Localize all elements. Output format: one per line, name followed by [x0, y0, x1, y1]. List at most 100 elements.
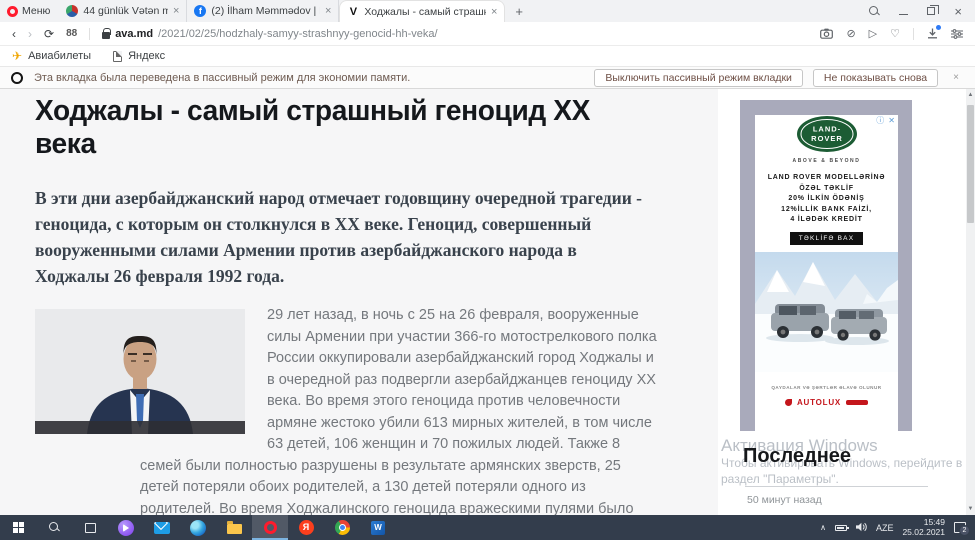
- latest-heading: Последнее: [743, 445, 851, 468]
- taskbar-yandex-browser[interactable]: [288, 515, 324, 540]
- tab-vatan-muharibesi[interactable]: 44 günlük Vətən müharibə ×: [59, 0, 187, 22]
- divider: [89, 28, 90, 40]
- tab-khojaly-active[interactable]: Ходжалы - самый страшн ×: [339, 0, 505, 22]
- lock-icon[interactable]: [102, 32, 110, 39]
- opera-icon: [264, 521, 277, 534]
- page-content: Ходжалы - самый страшный геноцид XX века…: [0, 89, 975, 515]
- scroll-down-icon[interactable]: ▼: [966, 506, 975, 512]
- speaker-icon[interactable]: [856, 522, 867, 534]
- forward-icon[interactable]: ›: [28, 27, 32, 41]
- speed-dial-badge[interactable]: 88: [66, 28, 77, 39]
- site-v-icon: [347, 6, 359, 18]
- screen: Меню 44 günlük Vətən müharibə × (2) İlha…: [0, 0, 975, 540]
- dont-show-again-button[interactable]: Не показывать снова: [813, 69, 938, 87]
- taskbar-alice[interactable]: [108, 515, 144, 540]
- scroll-up-icon[interactable]: ▲: [966, 92, 975, 98]
- tray-expand-icon[interactable]: ∧: [820, 523, 826, 532]
- restore-button[interactable]: [927, 7, 935, 15]
- search-icon: [49, 522, 60, 533]
- address-bar: ‹ › ⟳ 88 ava.md/2021/02/25/hodzhaly-samy…: [0, 22, 975, 46]
- site-favicon: [66, 5, 78, 17]
- reload-icon[interactable]: ⟳: [44, 27, 54, 41]
- alice-icon: [118, 520, 134, 536]
- bookmark-yandex[interactable]: Яндекс: [113, 50, 165, 62]
- bookmarks-bar: ✈ Авиабилеты Яндекс: [0, 46, 975, 67]
- tab-facebook[interactable]: (2) İlham Məmmədov | Fac ×: [187, 0, 339, 22]
- edge-icon: [190, 520, 206, 536]
- start-button[interactable]: [0, 515, 36, 540]
- taskbar-explorer[interactable]: [216, 515, 252, 540]
- address-bar-actions: ⊘ ▷ ♡: [820, 27, 963, 40]
- passive-tab-notification: Эта вкладка была переведена в пассивный …: [0, 67, 975, 89]
- svg-text:ROVER: ROVER: [811, 134, 843, 143]
- search-tabs-icon[interactable]: [869, 6, 880, 17]
- latest-divider: [745, 486, 928, 487]
- page-icon: [113, 51, 122, 62]
- opera-o-icon: [11, 72, 23, 84]
- notification-close-icon[interactable]: ×: [953, 72, 959, 83]
- ad-banner[interactable]: ⓘ ✕ LAND- ROVER ABOVE & BEYOND LAND ROVE…: [740, 100, 912, 431]
- minimize-button[interactable]: [899, 14, 908, 15]
- land-rover-logo: LAND- ROVER: [796, 115, 858, 153]
- disable-passive-mode-button[interactable]: Выключить пассивный режим вкладки: [594, 69, 803, 87]
- ad-offer-text: LAND ROVER MODELLƏRİNƏ ÖZƏL TƏKLİF 20% İ…: [755, 173, 898, 226]
- menu-label: Меню: [22, 5, 50, 17]
- ad-content: ⓘ ✕ LAND- ROVER ABOVE & BEYOND LAND ROVE…: [755, 115, 898, 446]
- ad-terms: QAYDALAR VƏ ŞƏRTLƏR ƏLAVƏ OLUNUR: [755, 385, 898, 390]
- article-title: Ходжалы - самый страшный геноцид XX века: [35, 95, 617, 161]
- tab-close-icon[interactable]: ×: [173, 5, 179, 17]
- svg-text:LAND-: LAND-: [812, 125, 840, 134]
- bookmark-aviabilety[interactable]: ✈ Авиабилеты: [12, 49, 91, 63]
- tab-close-icon[interactable]: ×: [325, 5, 331, 17]
- notification-badge: 2: [959, 525, 970, 536]
- taskbar-word[interactable]: [360, 515, 396, 540]
- taskbar-mail[interactable]: [144, 515, 180, 540]
- mail-icon: [154, 522, 170, 534]
- facebook-icon: [194, 5, 206, 17]
- window-controls: ×: [869, 0, 975, 22]
- taskbar-clock[interactable]: 15:49 25.02.2021: [902, 518, 945, 537]
- divider: [913, 28, 914, 40]
- back-icon[interactable]: ‹: [12, 27, 16, 41]
- language-indicator[interactable]: AZE: [876, 523, 894, 533]
- downloads-icon[interactable]: [927, 28, 938, 39]
- airplane-icon: ✈: [12, 49, 22, 63]
- my-flow-icon[interactable]: ▷: [869, 27, 877, 40]
- url-host: ava.md: [115, 28, 153, 40]
- ad-info-icon[interactable]: ⓘ: [876, 117, 884, 125]
- latest-timestamp: 50 минут назад: [747, 494, 822, 506]
- taskbar-search-button[interactable]: [36, 515, 72, 540]
- battery-icon[interactable]: [835, 525, 847, 531]
- task-view-button[interactable]: [72, 515, 108, 540]
- ad-tagline: ABOVE & BEYOND: [755, 158, 898, 164]
- adblock-icon[interactable]: ⊘: [846, 27, 855, 40]
- taskbar-chrome[interactable]: [324, 515, 360, 540]
- download-notification-dot: [936, 25, 941, 30]
- system-tray: ∧ AZE 15:49 25.02.2021 2: [820, 518, 975, 537]
- opera-menu-button[interactable]: Меню: [0, 0, 59, 22]
- taskbar-edge[interactable]: [180, 515, 216, 540]
- bookmark-heart-icon[interactable]: ♡: [890, 27, 900, 40]
- ad-close-icon[interactable]: ✕: [888, 117, 895, 125]
- url-field[interactable]: ava.md/2021/02/25/hodzhaly-samyy-strashn…: [102, 28, 808, 40]
- task-view-icon: [85, 523, 96, 533]
- article: Ходжалы - самый страшный геноцид XX века…: [35, 89, 675, 515]
- yandex-icon: [299, 520, 314, 535]
- taskbar-opera-active[interactable]: [252, 515, 288, 540]
- portrait-photo: [35, 309, 245, 434]
- ad-dealer-row: AUTOLUX: [755, 398, 898, 407]
- folder-icon: [227, 524, 242, 534]
- scrollbar[interactable]: ▲ ▼: [966, 89, 975, 515]
- easy-setup-icon[interactable]: [951, 29, 963, 39]
- new-tab-button[interactable]: +: [505, 0, 533, 22]
- notification-message: Эта вкладка была переведена в пассивный …: [34, 72, 410, 84]
- tab-close-icon[interactable]: ×: [491, 6, 497, 18]
- scrollbar-thumb[interactable]: [967, 105, 974, 223]
- windows-taskbar: ∧ AZE 15:49 25.02.2021 2: [0, 515, 975, 540]
- action-center-icon[interactable]: 2: [954, 522, 966, 533]
- close-window-button[interactable]: ×: [954, 5, 962, 18]
- windows-logo-icon: [13, 522, 24, 533]
- opera-logo-icon: [7, 6, 18, 17]
- ad-cta-button[interactable]: TƏKLİFƏ BAX: [790, 232, 864, 245]
- snapshot-camera-icon[interactable]: [820, 28, 833, 39]
